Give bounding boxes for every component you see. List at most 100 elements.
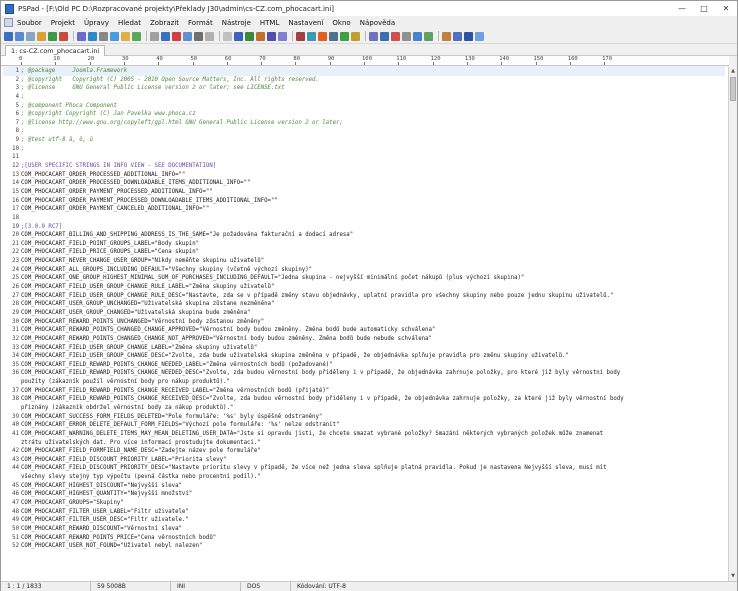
code-line[interactable]: 16 COM_PHOCACART_ORDER_PAYMENT_PROCESSED_… [3, 197, 725, 206]
toolbar-button-icon[interactable] [402, 31, 411, 41]
code-line[interactable]: 5; @component Phoca Component [3, 102, 725, 111]
code-line[interactable]: 21 COM_PHOCACART_FIELD_POINT_GROUPS_LABEL… [3, 240, 725, 249]
toolbar-button-icon[interactable] [59, 31, 68, 41]
toolbar-button-icon[interactable] [234, 31, 243, 41]
code-line[interactable]: všechny slevy stejný typ výpočtu (pevná … [3, 473, 725, 482]
code-line[interactable]: 17 COM_PHOCACART_ORDER_PAYMENT_CANCELED_A… [3, 205, 725, 214]
close-button[interactable]: ✕ [715, 1, 737, 16]
code-line[interactable]: 4; [3, 93, 725, 102]
maximize-button[interactable]: □ [693, 1, 715, 16]
toolbar-button-icon[interactable] [26, 31, 35, 41]
toolbar-button-icon[interactable] [4, 31, 13, 41]
code-line[interactable]: 12 ;[USER SPECIFIC STRINGS IN INFO VIEW -… [3, 162, 725, 171]
code-line[interactable]: 3; @license GNU General Public License v… [3, 84, 725, 93]
toolbar-button-icon[interactable] [475, 31, 484, 41]
toolbar-button-icon[interactable] [88, 31, 97, 41]
code-line[interactable]: 50 COM_PHOCACART_REWARD_DISCOUNT="Věrnost… [3, 525, 725, 534]
toolbar-button-icon[interactable] [267, 31, 276, 41]
code-line[interactable]: 22 COM_PHOCACART_FIELD_PRICE_GROUPS_LABEL… [3, 248, 725, 257]
code-line[interactable]: 43 COM_PHOCACART_FIELD_DISCOUNT_PRIORITY_… [3, 456, 725, 465]
toolbar-button-icon[interactable] [48, 31, 57, 41]
document-icon[interactable] [4, 18, 13, 27]
code-line[interactable]: přiznány (zákazník obdržel věrnostní bod… [3, 404, 725, 413]
toolbar-button-icon[interactable] [329, 31, 338, 41]
code-line[interactable]: 45 COM_PHOCACART_HIGHEST_DISCOUNT="Nejvyš… [3, 482, 725, 491]
code-line[interactable]: 10; [3, 145, 725, 154]
toolbar-button-icon[interactable] [307, 31, 316, 41]
toolbar-button-icon[interactable] [161, 31, 170, 41]
code-line[interactable]: 44 COM_PHOCACART_FIELD_DISCOUNT_PRIORITY_… [3, 464, 725, 473]
code-line[interactable]: 8; [3, 127, 725, 136]
code-line[interactable]: 13 COM_PHOCACART_ORDER_PROCESSED_ADDITION… [3, 171, 725, 180]
toolbar-button-icon[interactable] [172, 31, 181, 41]
code-line[interactable]: 25 COM_PHOCACART_ONE_GROUP_HIGHEST_MINIMA… [3, 274, 725, 283]
toolbar-button-icon[interactable] [99, 31, 108, 41]
code-line[interactable]: 47 COM_PHOCACART_GROUPS="Skupiny" [3, 499, 725, 508]
code-line[interactable]: 1; @package Joomla.Framework [3, 67, 725, 76]
menu-nastaveni[interactable]: Nastavení [288, 19, 323, 27]
menu-okno[interactable]: Okno [332, 19, 350, 27]
code-line[interactable]: 34 COM_PHOCACART_FIELD_USER_GROUP_CHANGE_… [3, 352, 725, 361]
code-line[interactable]: 42 COM_PHOCACART_FIELD_FORMFIELD_NAME_DES… [3, 447, 725, 456]
toolbar-button-icon[interactable] [369, 31, 378, 41]
code-line[interactable]: 52 COM_PHOCACART_USER_NOT_FOUND="Uživatel… [3, 542, 725, 551]
toolbar-button-icon[interactable] [256, 31, 265, 41]
code-line[interactable]: 6; @copyright Copyright (C) Jan Pavelka … [3, 110, 725, 119]
menu-html[interactable]: HTML [260, 19, 279, 27]
menu-soubor[interactable]: Soubor [17, 19, 42, 27]
minimize-button[interactable]: — [671, 1, 693, 16]
toolbar-button-icon[interactable] [464, 31, 473, 41]
toolbar-button-icon[interactable] [318, 31, 327, 41]
toolbar-button-icon[interactable] [15, 31, 24, 41]
code-line[interactable]: 27 COM_PHOCACART_FIELD_USER_GROUP_CHANGE_… [3, 292, 725, 301]
menu-projekt[interactable]: Projekt [51, 19, 75, 27]
code-line[interactable]: použity (zákazník použil věrnostní body … [3, 378, 725, 387]
menu-nastroje[interactable]: Nástroje [222, 19, 251, 27]
toolbar-button-icon[interactable] [194, 31, 203, 41]
code-line[interactable]: 28 COM_PHOCACART_USER_GROUP_UNCHANGED="Už… [3, 300, 725, 309]
code-line[interactable]: 32 COM_PHOCACART_REWARD_POINTS_CHANGED_CH… [3, 335, 725, 344]
code-line[interactable]: 39 COM_PHOCACART_SUCCESS_FORM_FIELDS_DELE… [3, 413, 725, 422]
vertical-scrollbar[interactable]: ▲ ▼ [728, 67, 737, 581]
toolbar-button-icon[interactable] [424, 31, 433, 41]
scroll-up-icon[interactable]: ▲ [729, 67, 737, 76]
menu-format[interactable]: Formát [188, 19, 213, 27]
code-line[interactable]: 41 COM_PHOCACART_WARNING_DELETE_ITEMS_MAY… [3, 430, 725, 439]
code-line[interactable]: 40 COM_PHOCACART_ERROR_DELETE_DEFAULT_FOR… [3, 421, 725, 430]
toolbar-button-icon[interactable] [205, 31, 214, 41]
toolbar-button-icon[interactable] [413, 31, 422, 41]
code-line[interactable]: 23 COM_PHOCACART_NEVER_CHANGE_USER_GROUP=… [3, 257, 725, 266]
tab-file[interactable]: 1: cs-CZ.com_phocacart.ini [5, 45, 106, 56]
code-line[interactable]: 15 COM_PHOCACART_ORDER_PAYMENT_PROCESSED_… [3, 188, 725, 197]
toolbar-button-icon[interactable] [77, 31, 86, 41]
toolbar-button-icon[interactable] [296, 31, 305, 41]
code-line[interactable]: 18 [3, 214, 725, 223]
code-line[interactable]: 9; @test utf-8 ä, ö, ü [3, 136, 725, 145]
toolbar-button-icon[interactable] [453, 31, 462, 41]
toolbar-button-icon[interactable] [132, 31, 141, 41]
toolbar-button-icon[interactable] [223, 31, 232, 41]
code-line[interactable]: 37 COM_PHOCACART_FIELD_REWARD_POINTS_CHAN… [3, 387, 725, 396]
toolbar-button-icon[interactable] [150, 31, 159, 41]
code-line[interactable]: 51 COM_PHOCACART_REWARD_POINTS_PRICE="Cen… [3, 534, 725, 543]
toolbar-button-icon[interactable] [110, 31, 119, 41]
menu-zobrazit[interactable]: Zobrazit [150, 19, 179, 27]
toolbar-button-icon[interactable] [183, 31, 192, 41]
toolbar-button-icon[interactable] [442, 31, 451, 41]
menu-hledat[interactable]: Hledat [118, 19, 141, 27]
code-line[interactable]: 31 COM_PHOCACART_REWARD_POINTS_CHANGED_CH… [3, 326, 725, 335]
editor[interactable]: 1; @package Joomla.Framework 2; @copyrigh… [1, 67, 728, 581]
code-line[interactable]: 7; @license http://www.gnu.org/copyleft/… [3, 119, 725, 128]
code-line[interactable]: 20 COM_PHOCACART_BILLING_AND_SHIPPING_ADD… [3, 231, 725, 240]
code-line[interactable]: 35 COM_PHOCACART_FIELD_REWARD_POINTS_CHAN… [3, 361, 725, 370]
code-line[interactable]: 11 [3, 153, 725, 162]
code-line[interactable]: 14 COM_PHOCACART_ORDER_PROCESSED_DOWNLOAD… [3, 179, 725, 188]
toolbar-button-icon[interactable] [380, 31, 389, 41]
toolbar-button-icon[interactable] [245, 31, 254, 41]
code-line[interactable]: 36 COM_PHOCACART_FIELD_REWARD_POINTS_CHAN… [3, 369, 725, 378]
code-line[interactable]: 48 COM_PHOCACART_FILTER_USER_LABEL="Filtr… [3, 508, 725, 517]
menu-napoveda[interactable]: Nápověda [360, 19, 395, 27]
code-line[interactable]: 26 COM_PHOCACART_FIELD_USER_GROUP_CHANGE_… [3, 283, 725, 292]
code-line[interactable]: 2; @copyright Copyright (C) 2005 - 2010 … [3, 76, 725, 85]
code-line[interactable]: 19 ;[3.0.0 RC7] [3, 223, 725, 232]
